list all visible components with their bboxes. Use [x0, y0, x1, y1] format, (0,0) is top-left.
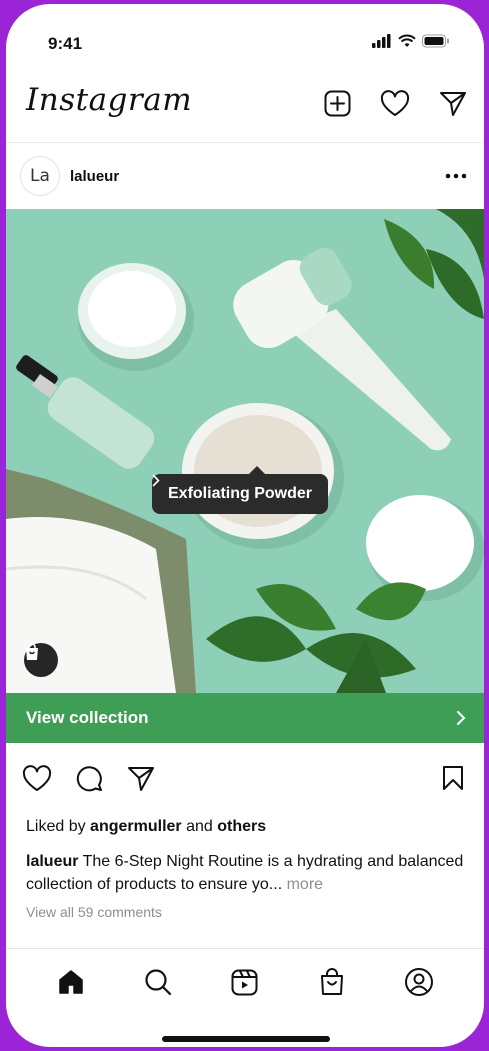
post-header: La lalueur: [6, 150, 484, 206]
chevron-right-icon: [457, 711, 466, 725]
caption-text: The 6-Step Night Routine is a hydrating …: [26, 853, 464, 893]
view-comments-link[interactable]: View all 59 comments: [26, 904, 162, 920]
tab-shop[interactable]: [312, 962, 352, 1002]
new-post-icon: [324, 90, 350, 116]
direct-messages-button[interactable]: [438, 88, 468, 118]
notifications-button[interactable]: [380, 88, 410, 118]
tab-bar: [6, 962, 484, 1010]
product-photo: [6, 209, 484, 693]
likes-user-link[interactable]: angermuller: [90, 818, 182, 835]
search-icon: [145, 969, 172, 996]
tab-profile[interactable]: [399, 962, 439, 1002]
caption-username[interactable]: lalueur: [26, 853, 78, 870]
likes-others-link[interactable]: others: [217, 818, 266, 835]
tab-reels[interactable]: [225, 962, 265, 1002]
wifi-icon: [398, 34, 416, 47]
post-username[interactable]: lalueur: [70, 168, 119, 185]
status-icons: [372, 34, 450, 48]
likes-prefix: Liked by: [26, 818, 86, 835]
more-options-icon: [445, 173, 467, 179]
share-button[interactable]: [126, 763, 156, 793]
shopping-bag-icon: [26, 643, 38, 660]
product-tag[interactable]: Exfoliating Powder: [152, 466, 329, 514]
likes-and: and: [186, 818, 213, 835]
view-collection-label: View collection: [26, 708, 149, 727]
product-tag-label: Exfoliating Powder: [168, 485, 313, 502]
post-caption: lalueur The 6-Step Night Routine is a hy…: [26, 850, 466, 896]
app-header: Instagram: [6, 74, 484, 140]
instagram-logo: Instagram: [26, 82, 193, 118]
reels-icon: [231, 969, 258, 995]
profile-icon: [404, 968, 433, 996]
heart-icon: [380, 89, 410, 116]
shop-icon: [320, 968, 343, 995]
view-collection-button[interactable]: View collection: [6, 693, 484, 743]
post-actions: [6, 759, 484, 803]
signal-icon: [372, 34, 391, 48]
save-icon: [443, 766, 463, 790]
home-icon: [59, 970, 84, 994]
chevron-right-icon: [152, 474, 160, 487]
share-icon: [128, 766, 154, 791]
comment-icon: [76, 766, 102, 792]
likes-summary: Liked by angermuller and others: [26, 818, 266, 836]
comment-button[interactable]: [74, 763, 104, 793]
avatar[interactable]: La: [20, 156, 60, 196]
tab-search[interactable]: [138, 962, 178, 1002]
battery-icon: [422, 34, 449, 48]
header-actions: [322, 88, 468, 118]
shopping-tag-button[interactable]: [24, 643, 58, 677]
header-divider: [6, 142, 484, 143]
direct-message-icon: [440, 91, 466, 116]
like-icon: [22, 764, 52, 791]
like-button[interactable]: [22, 763, 52, 793]
home-indicator[interactable]: [162, 1036, 330, 1042]
post-options-button[interactable]: [442, 162, 470, 190]
new-post-button[interactable]: [322, 88, 352, 118]
tab-bar-divider: [6, 948, 484, 949]
status-time: 9:41: [48, 34, 83, 53]
post-image[interactable]: Exfoliating Powder: [6, 209, 484, 693]
status-bar: 9:41: [6, 4, 484, 66]
phone-screen: 9:41 Instagram La lalueur Exfoliating Po…: [6, 4, 484, 1047]
caption-more-link[interactable]: more: [287, 876, 323, 893]
tab-home[interactable]: [51, 962, 91, 1002]
save-button[interactable]: [438, 763, 468, 793]
